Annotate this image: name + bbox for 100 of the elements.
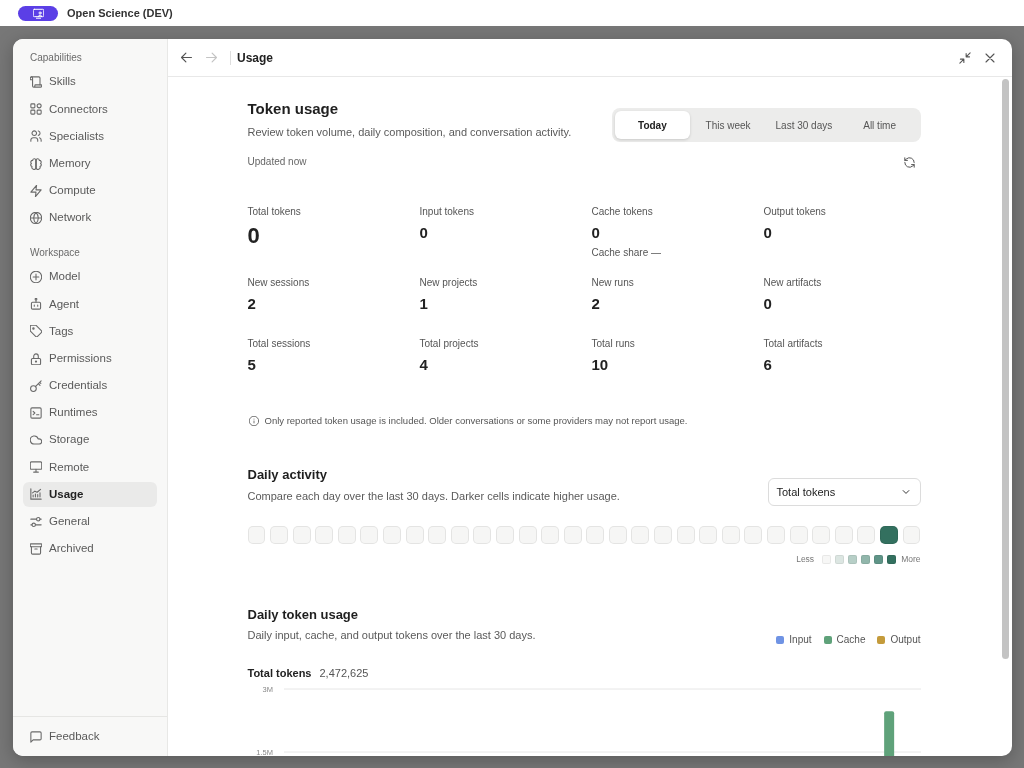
sidebar-item[interactable]: Storage bbox=[23, 427, 157, 453]
globe-icon bbox=[30, 211, 42, 224]
info-icon bbox=[248, 416, 259, 426]
stat-value: 0 bbox=[247, 223, 260, 249]
stat-label: Total tokens bbox=[247, 205, 301, 218]
section-subtitle: Review token volume, daily composition, and conversation activity. bbox=[247, 125, 572, 140]
stat-value: 10 bbox=[591, 355, 609, 375]
legend-label: Less bbox=[796, 553, 815, 565]
section-title: Daily token usage bbox=[247, 605, 359, 624]
arrow-left-icon bbox=[180, 51, 193, 64]
tag-icon bbox=[30, 325, 42, 338]
refresh-icon bbox=[903, 156, 915, 168]
stat-value: 0 bbox=[763, 223, 772, 243]
grid-icon bbox=[30, 103, 42, 116]
sidebar-item[interactable]: Network bbox=[23, 205, 157, 231]
legend-label: More bbox=[901, 553, 921, 565]
sidebar-item[interactable]: Skills bbox=[23, 69, 157, 95]
stat-value: 2 bbox=[247, 294, 256, 314]
section-title: Daily activity bbox=[247, 466, 327, 484]
robot-icon bbox=[30, 298, 42, 311]
archive-icon bbox=[30, 542, 42, 555]
monitor-icon bbox=[32, 7, 44, 19]
sidebar-item[interactable]: Specialists bbox=[23, 123, 157, 149]
sidebar-item[interactable]: Credentials bbox=[23, 373, 157, 399]
sidebar-item[interactable]: Agent bbox=[23, 291, 157, 317]
range-tab[interactable]: Last 30 days bbox=[766, 111, 842, 139]
updated-text: Updated now bbox=[247, 155, 307, 169]
stat-label: New projects bbox=[419, 276, 478, 289]
stat-value: 4 bbox=[419, 355, 428, 375]
range-tab[interactable]: Today bbox=[614, 111, 691, 139]
lock-icon bbox=[30, 352, 42, 365]
legend-label: Output bbox=[890, 632, 921, 647]
total-value: 2,472,625 bbox=[319, 665, 369, 681]
minimize-button[interactable] bbox=[959, 51, 971, 64]
page-title: Usage bbox=[237, 49, 274, 66]
stat-value: 0 bbox=[419, 223, 428, 243]
sidebar-item[interactable]: Remote bbox=[23, 454, 157, 480]
stat-value: 0 bbox=[591, 223, 600, 243]
scroll-icon bbox=[30, 76, 42, 88]
section-title: Token usage bbox=[247, 99, 339, 119]
stat-value: 6 bbox=[763, 355, 772, 375]
stat-label: New artifacts bbox=[763, 276, 822, 289]
stat-label: Total artifacts bbox=[763, 337, 823, 350]
sidebar-item[interactable]: Memory bbox=[23, 151, 157, 177]
bar bbox=[883, 710, 894, 756]
refresh-button[interactable] bbox=[903, 156, 915, 168]
stat-value: 2 bbox=[591, 294, 600, 314]
sidebar-item[interactable]: Permissions bbox=[23, 346, 157, 371]
stat-value: 5 bbox=[247, 355, 256, 375]
stat-label: Cache tokens bbox=[591, 205, 653, 218]
sliders-icon bbox=[30, 515, 42, 528]
terminal-icon bbox=[30, 406, 42, 419]
message-icon bbox=[30, 730, 42, 743]
collapse-icon bbox=[959, 51, 971, 64]
sidebar-item[interactable]: Connectors bbox=[23, 96, 157, 122]
metric-select[interactable]: Total tokens bbox=[767, 478, 921, 506]
range-tab[interactable]: This week bbox=[690, 111, 766, 139]
section-subtitle: Compare each day over the last 30 days. Darker cells indicate higher usage. bbox=[247, 488, 620, 504]
monitor-icon bbox=[30, 461, 42, 474]
sidebar-item[interactable]: Tags bbox=[23, 318, 157, 344]
key-icon bbox=[30, 379, 42, 392]
sidebar-item[interactable]: General bbox=[23, 509, 157, 535]
stat-label: Total runs bbox=[591, 337, 635, 350]
legend-label: Input bbox=[789, 632, 812, 647]
stat-label: Total projects bbox=[419, 337, 479, 350]
users-icon bbox=[30, 130, 42, 143]
app-button[interactable] bbox=[18, 5, 58, 21]
stat-label: New sessions bbox=[247, 276, 310, 289]
cloud-icon bbox=[30, 434, 42, 447]
arrow-right-icon bbox=[205, 51, 218, 64]
close-button[interactable] bbox=[984, 51, 996, 64]
sidebar-heading: Workspace bbox=[30, 245, 80, 260]
total-label: Total tokens bbox=[247, 665, 312, 681]
brain-icon bbox=[30, 157, 42, 170]
feedback-button[interactable]: Feedback bbox=[23, 724, 100, 749]
stat-label: New runs bbox=[591, 276, 634, 289]
legend-label: Cache bbox=[836, 632, 866, 647]
sidebar-item[interactable]: Archived bbox=[23, 536, 157, 562]
sidebar-heading: Capabilities bbox=[30, 51, 82, 65]
sidebar-item[interactable]: Model bbox=[23, 264, 157, 290]
stat-value: 1 bbox=[419, 294, 428, 314]
back-button[interactable] bbox=[180, 51, 193, 64]
circle-plus-icon bbox=[30, 270, 42, 283]
sidebar-item[interactable]: Usage bbox=[23, 481, 157, 507]
sidebar-item[interactable]: Compute bbox=[23, 178, 157, 204]
lightning-icon bbox=[30, 184, 42, 197]
info-note: Only reported token usage is included. Older conversations or some providers may not report usage. bbox=[264, 414, 688, 428]
stat-value: 0 bbox=[763, 294, 772, 314]
scrollbar-thumb[interactable] bbox=[1002, 79, 1009, 659]
stat-detail: Cache share — bbox=[591, 246, 661, 259]
range-tab[interactable]: All time bbox=[841, 111, 918, 139]
close-icon bbox=[984, 51, 996, 64]
section-subtitle: Daily input, cache, and output tokens over the last 30 days. bbox=[247, 628, 536, 643]
app-title: Open Science (DEV) bbox=[67, 6, 173, 20]
sidebar-item[interactable]: Runtimes bbox=[23, 400, 157, 426]
stat-label: Input tokens bbox=[419, 205, 474, 218]
stat-label: Total sessions bbox=[247, 337, 311, 350]
stat-label: Output tokens bbox=[763, 205, 826, 218]
chart-icon bbox=[30, 488, 42, 501]
chevron-down-icon bbox=[900, 487, 911, 497]
